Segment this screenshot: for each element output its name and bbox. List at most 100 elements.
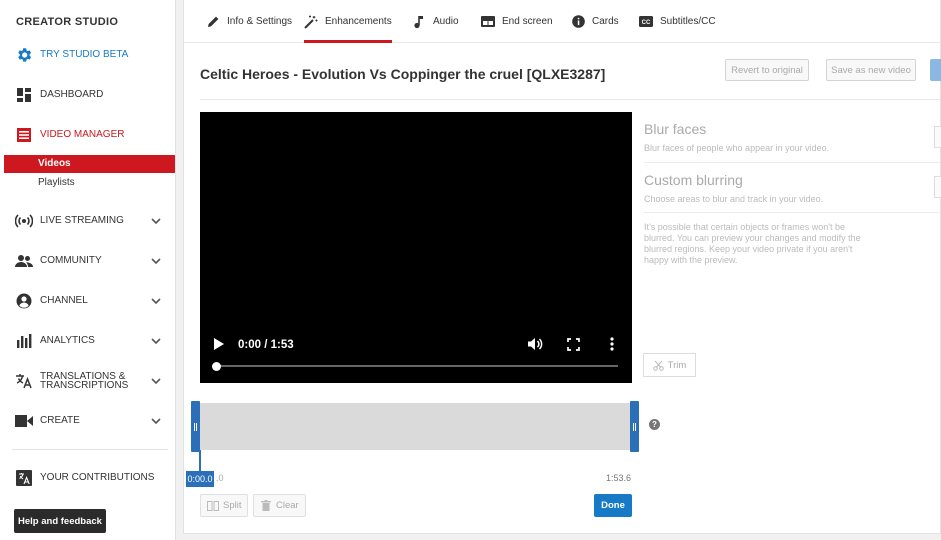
split-label: Split <box>223 500 242 511</box>
timeline-playhead[interactable] <box>199 450 201 472</box>
video-title: Celtic Heroes - Evolution Vs Coppinger t… <box>200 66 606 82</box>
tab-label: Cards <box>592 16 619 27</box>
chevron-down-icon <box>149 334 163 348</box>
sidebar-item-label: CHANNEL <box>40 295 88 306</box>
chevron-down-icon <box>149 214 163 228</box>
trim-label: Trim <box>667 359 687 371</box>
custom-blurring-desc: Choose areas to blur and track in your v… <box>644 194 824 204</box>
chevron-down-icon <box>149 414 163 428</box>
tab-subtitles-cc[interactable]: CC Subtitles/CC <box>639 0 716 43</box>
done-button[interactable]: Done <box>594 494 632 517</box>
community-icon <box>15 252 33 270</box>
tab-label: End screen <box>502 16 553 27</box>
sidebar-item-your-contributions[interactable]: YOUR CONTRIBUTIONS <box>0 458 175 498</box>
tab-label: Subtitles/CC <box>660 16 716 27</box>
sidebar-item-video-manager[interactable]: VIDEO MANAGER <box>0 115 175 155</box>
sidebar-item-try-studio-beta[interactable]: TRY STUDIO BETA <box>0 35 175 75</box>
sidebar-item-translations[interactable]: TRANSLATIONS & TRANSCRIPTIONS <box>0 361 175 401</box>
sidebar-item-analytics[interactable]: ANALYTICS <box>0 321 175 361</box>
svg-text:CC: CC <box>642 20 651 26</box>
gear-icon <box>15 46 33 64</box>
dashboard-icon <box>15 86 33 104</box>
sidebar-item-label: ANALYTICS <box>40 335 95 346</box>
chevron-down-icon <box>149 374 163 388</box>
blur-note: It's possible that certain objects or fr… <box>644 222 861 265</box>
cc-icon: CC <box>639 15 653 29</box>
trim-button[interactable]: Trim <box>643 353 696 377</box>
tab-bar: Info & Settings Enhancements Audio End s… <box>184 0 941 43</box>
volume-icon[interactable] <box>525 334 545 354</box>
sidebar-item-label: CREATE <box>40 415 80 426</box>
tab-cards[interactable]: Cards <box>571 0 619 43</box>
create-icon <box>15 412 33 430</box>
tab-end-screen[interactable]: End screen <box>481 0 553 43</box>
sidebar-item-label: TRY STUDIO BETA <box>40 49 129 60</box>
split-button[interactable]: Split <box>200 494 249 517</box>
trash-icon <box>260 500 272 512</box>
options-divider <box>644 162 941 163</box>
sidebar-item-label: YOUR CONTRIBUTIONS <box>40 472 155 483</box>
sidebar: CREATOR STUDIO TRY STUDIO BETA DASHBOARD… <box>0 0 176 540</box>
sidebar-subitem-videos[interactable]: Videos <box>4 155 175 173</box>
blur-faces-desc: Blur faces of people who appear in your … <box>644 143 830 153</box>
scissors-icon <box>652 360 664 371</box>
chevron-down-icon <box>149 254 163 268</box>
seek-handle[interactable] <box>212 362 221 371</box>
timeline-zero-label: .0 <box>216 473 224 483</box>
timeline-end-time: 1:53.6 <box>606 473 632 483</box>
sidebar-item-community[interactable]: COMMUNITY <box>0 241 175 281</box>
play-icon[interactable] <box>209 334 229 354</box>
save-as-new-video-button[interactable]: Save as new video <box>826 59 916 81</box>
translate-icon <box>15 372 33 390</box>
magic-wand-icon <box>304 15 318 29</box>
video-manager-icon <box>15 126 33 144</box>
blur-faces-title: Blur faces <box>644 121 707 137</box>
tab-label: Audio <box>433 16 459 27</box>
seek-bar[interactable] <box>216 365 618 367</box>
tab-info-settings[interactable]: Info & Settings <box>206 0 292 43</box>
live-streaming-icon <box>15 212 33 230</box>
sidebar-item-channel[interactable]: CHANNEL <box>0 281 175 321</box>
pencil-icon <box>206 15 220 29</box>
sidebar-item-live-streaming[interactable]: LIVE STREAMING <box>0 201 175 241</box>
sidebar-item-label: COMMUNITY <box>40 255 102 266</box>
blur-faces-edit-button[interactable] <box>934 126 941 148</box>
timeline-end-handle[interactable] <box>630 401 639 452</box>
fullscreen-icon[interactable] <box>563 334 583 354</box>
help-and-feedback-button[interactable]: Help and feedback <box>14 509 106 533</box>
title-divider <box>200 99 941 100</box>
chevron-down-icon <box>149 294 163 308</box>
options-divider <box>644 212 941 213</box>
revert-to-original-button[interactable]: Revert to original <box>725 59 809 81</box>
tab-label: Info & Settings <box>227 16 293 27</box>
end-screen-icon <box>481 15 495 29</box>
tab-enhancements[interactable]: Enhancements <box>304 0 392 43</box>
music-note-icon <box>412 15 426 29</box>
timeline-start-time[interactable]: 0:00.0 <box>186 471 214 487</box>
sidebar-item-dashboard[interactable]: DASHBOARD <box>0 75 175 115</box>
tab-audio[interactable]: Audio <box>412 0 459 43</box>
help-icon[interactable]: ? <box>649 419 660 430</box>
split-icon <box>207 500 219 512</box>
analytics-icon <box>15 332 33 350</box>
sidebar-item-label: TRANSLATIONS & TRANSCRIPTIONS <box>40 371 129 391</box>
save-button-partial[interactable] <box>930 59 941 81</box>
video-time-display: 0:00 / 1:53 <box>238 339 294 351</box>
more-options-icon[interactable] <box>602 334 622 354</box>
sidebar-item-label: LIVE STREAMING <box>40 215 124 226</box>
clear-button[interactable]: Clear <box>253 494 306 517</box>
custom-blurring-title: Custom blurring <box>644 172 743 188</box>
timeline-start-handle[interactable] <box>191 401 200 452</box>
main-panel: Info & Settings Enhancements Audio End s… <box>183 0 941 534</box>
tab-label: Enhancements <box>325 16 392 27</box>
sidebar-subitem-playlists[interactable]: Playlists <box>4 174 175 192</box>
video-player[interactable]: 0:00 / 1:53 <box>200 112 632 383</box>
timeline-track[interactable] <box>200 403 632 450</box>
sidebar-item-label: VIDEO MANAGER <box>40 129 125 140</box>
sidebar-title: CREATOR STUDIO <box>16 16 119 28</box>
info-icon <box>571 15 585 29</box>
sidebar-item-create[interactable]: CREATE <box>0 401 175 441</box>
contributions-icon <box>15 469 33 487</box>
sidebar-item-label: DASHBOARD <box>40 89 104 100</box>
custom-blurring-edit-button[interactable] <box>934 176 941 198</box>
